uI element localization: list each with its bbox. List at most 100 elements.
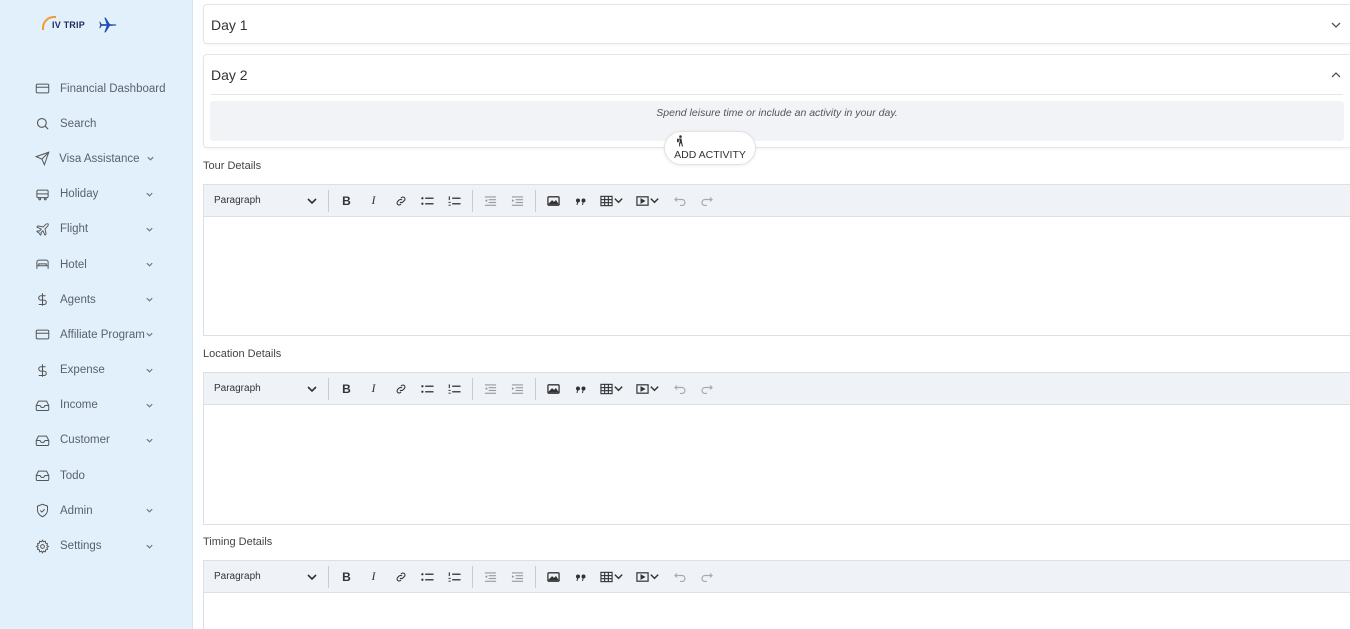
insert-media-button[interactable] <box>630 566 666 588</box>
brand-logo[interactable]: IV TRIP <box>42 12 119 38</box>
bulleted-list-icon <box>421 572 434 581</box>
shield-icon <box>34 502 51 519</box>
outdent-button[interactable] <box>477 190 504 212</box>
paragraph-format-dropdown[interactable]: Paragraph <box>214 383 324 395</box>
sidebar-item-expense[interactable]: Expense <box>0 353 193 388</box>
gear-icon <box>34 538 51 555</box>
redo-button[interactable] <box>693 378 720 400</box>
insert-table-button[interactable] <box>594 190 630 212</box>
sidebar-item-financial-dashboard[interactable]: Financial Dashboard <box>0 71 193 106</box>
redo-button[interactable] <box>693 190 720 212</box>
sidebar-item-hotel[interactable]: Hotel <box>0 247 193 282</box>
link-icon <box>396 384 405 393</box>
sidebar-item-income[interactable]: Income <box>0 388 193 423</box>
link-button[interactable] <box>387 566 414 588</box>
italic-icon: I <box>371 381 376 395</box>
insert-image-button[interactable] <box>540 190 567 212</box>
bold-icon: B <box>342 381 351 396</box>
insert-table-button[interactable] <box>594 378 630 400</box>
chevron-down-icon <box>614 574 623 580</box>
bold-icon: B <box>342 193 351 208</box>
numbered-list-icon <box>448 571 461 582</box>
link-button[interactable] <box>387 378 414 400</box>
numbered-list-icon <box>448 383 461 394</box>
image-icon <box>547 571 560 582</box>
blockquote-button[interactable] <box>567 566 594 588</box>
insert-media-button[interactable] <box>630 378 666 400</box>
undo-button[interactable] <box>666 190 693 212</box>
location-details-content-area[interactable] <box>204 405 1350 525</box>
bold-button[interactable]: B <box>333 190 360 212</box>
sidebar-item-label: Settings <box>60 540 102 553</box>
paragraph-format-label: Paragraph <box>214 195 261 206</box>
indent-button[interactable] <box>504 566 531 588</box>
bulleted-list-icon <box>421 196 434 205</box>
outdent-icon <box>484 383 497 394</box>
timing-details-label: Timing Details <box>203 536 273 548</box>
indent-button[interactable] <box>504 190 531 212</box>
blockquote-button[interactable] <box>567 190 594 212</box>
insert-image-button[interactable] <box>540 378 567 400</box>
tour-details-content-area[interactable] <box>204 217 1350 336</box>
timing-details-content-area[interactable] <box>204 593 1350 629</box>
chevron-down-icon <box>145 224 155 234</box>
leisure-text: Spend leisure time or include an activit… <box>656 107 898 119</box>
numbered-list-button[interactable] <box>441 566 468 588</box>
undo-button[interactable] <box>666 566 693 588</box>
bulleted-list-button[interactable] <box>414 190 441 212</box>
sidebar-item-agents[interactable]: Agents <box>0 282 193 317</box>
sidebar-item-customer[interactable]: Customer <box>0 423 193 458</box>
sidebar-item-search[interactable]: Search <box>0 106 193 141</box>
editor-toolbar: Paragraph B I <box>204 561 1350 593</box>
bold-button[interactable]: B <box>333 566 360 588</box>
italic-icon: I <box>371 193 376 207</box>
logo-swoosh <box>42 16 56 30</box>
sidebar-item-todo[interactable]: Todo <box>0 458 193 493</box>
indent-icon <box>511 571 524 582</box>
undo-button[interactable] <box>666 378 693 400</box>
redo-button[interactable] <box>693 566 720 588</box>
italic-button[interactable]: I <box>360 190 387 212</box>
blockquote-button[interactable] <box>567 378 594 400</box>
italic-button[interactable]: I <box>360 378 387 400</box>
insert-media-button[interactable] <box>630 190 666 212</box>
tour-details-label: Tour Details <box>203 160 262 172</box>
outdent-button[interactable] <box>477 566 504 588</box>
sidebar-item-visa-assistance[interactable]: Visa Assistance <box>0 141 193 176</box>
sidebar-item-admin[interactable]: Admin <box>0 493 193 528</box>
add-activity-button[interactable]: ADD ACTIVITY <box>664 131 756 165</box>
bed-icon <box>34 256 51 273</box>
sidebar-item-label: Visa Assistance <box>59 152 140 165</box>
sidebar-item-label: Financial Dashboard <box>60 82 166 95</box>
leisure-box: Spend leisure time or include an activit… <box>210 101 1344 141</box>
sidebar-item-affiliate-program[interactable]: Affiliate Program <box>0 317 193 352</box>
bulleted-list-button[interactable] <box>414 378 441 400</box>
day-1-accordion[interactable]: Day 1 <box>203 4 1350 44</box>
undo-icon <box>673 573 686 582</box>
sidebar-item-label: Holiday <box>60 188 99 201</box>
sidebar-item-holiday[interactable]: Holiday <box>0 177 193 212</box>
bulleted-list-button[interactable] <box>414 566 441 588</box>
send-icon <box>34 150 50 167</box>
timing-details-editor: Paragraph B I <box>203 560 1350 629</box>
insert-image-button[interactable] <box>540 566 567 588</box>
outdent-button[interactable] <box>477 378 504 400</box>
link-button[interactable] <box>387 190 414 212</box>
numbered-list-button[interactable] <box>441 378 468 400</box>
indent-button[interactable] <box>504 378 531 400</box>
sidebar-item-label: Flight <box>60 223 89 236</box>
toolbar-separator <box>535 189 536 212</box>
insert-table-button[interactable] <box>594 566 630 588</box>
chevron-up-icon[interactable] <box>1330 69 1342 81</box>
numbered-list-button[interactable] <box>441 190 468 212</box>
paragraph-format-dropdown[interactable]: Paragraph <box>214 195 324 207</box>
sidebar-item-settings[interactable]: Settings <box>0 528 193 563</box>
sidebar-item-flight[interactable]: Flight <box>0 212 193 247</box>
bold-button[interactable]: B <box>333 378 360 400</box>
day-2-title[interactable]: Day 2 <box>211 67 248 83</box>
toolbar-separator <box>328 565 329 588</box>
italic-button[interactable]: I <box>360 566 387 588</box>
chevron-down-icon <box>145 435 155 445</box>
chevron-down-icon <box>650 386 659 392</box>
paragraph-format-dropdown[interactable]: Paragraph <box>214 571 324 583</box>
